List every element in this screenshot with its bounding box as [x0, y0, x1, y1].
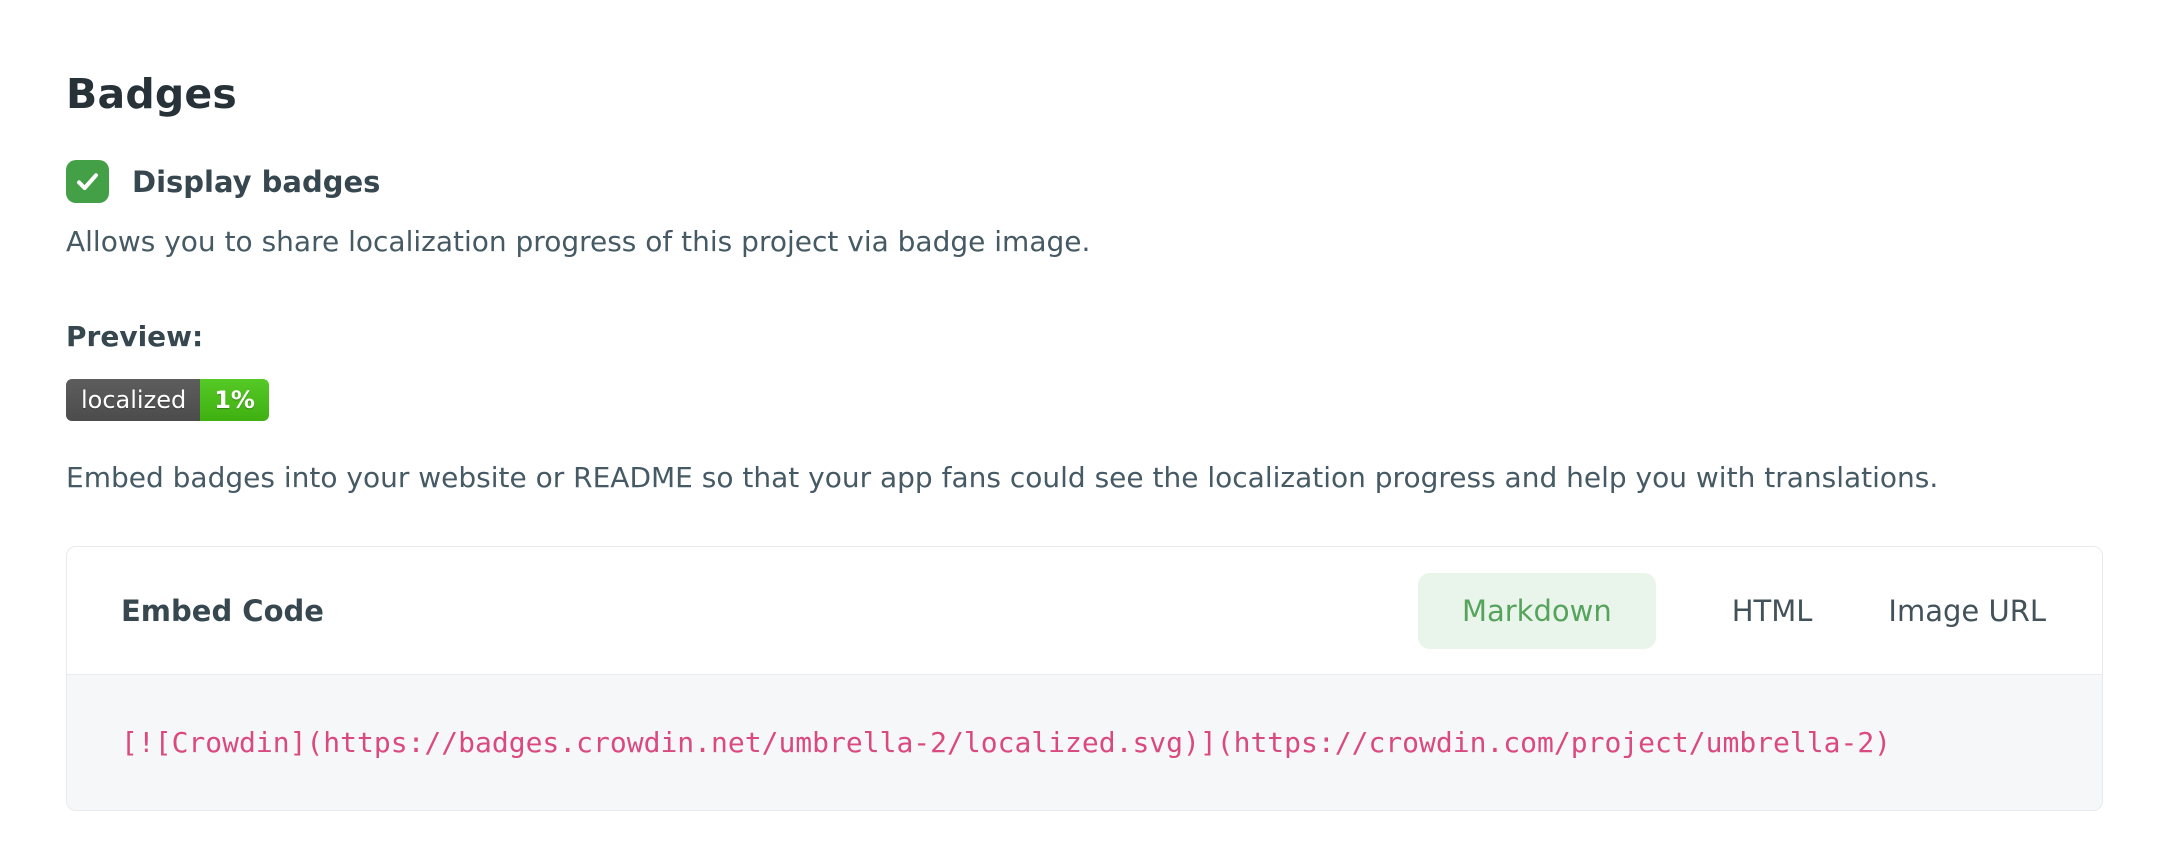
display-badges-row: Display badges [66, 160, 2118, 203]
check-icon [74, 168, 101, 195]
embed-code-text[interactable]: [![Crowdin](https://badges.crowdin.net/u… [121, 726, 1891, 759]
embed-hint-text: Embed badges into your website or README… [66, 461, 2118, 494]
preview-label: Preview: [66, 320, 2118, 353]
tab-html[interactable]: HTML [1732, 594, 1813, 628]
badge-label: localized [66, 379, 200, 421]
localization-badge-preview: localized 1% [66, 379, 269, 421]
display-badges-label: Display badges [132, 165, 380, 199]
display-badges-checkbox[interactable] [66, 160, 109, 203]
tab-image-url[interactable]: Image URL [1888, 594, 2046, 628]
embed-code-block[interactable]: [![Crowdin](https://badges.crowdin.net/u… [67, 675, 2102, 810]
badge-value: 1% [200, 379, 269, 421]
badges-settings-section: Badges Display badges Allows you to shar… [0, 0, 2184, 811]
embed-code-card: Embed Code Markdown HTML Image URL [![Cr… [66, 546, 2103, 811]
tab-markdown[interactable]: Markdown [1418, 573, 1656, 649]
embed-code-card-header: Embed Code Markdown HTML Image URL [67, 547, 2102, 675]
page-title: Badges [66, 70, 2118, 118]
display-badges-description: Allows you to share localization progres… [66, 225, 2118, 258]
embed-code-title: Embed Code [121, 594, 324, 628]
embed-format-tabs: Markdown HTML Image URL [1418, 573, 2046, 649]
